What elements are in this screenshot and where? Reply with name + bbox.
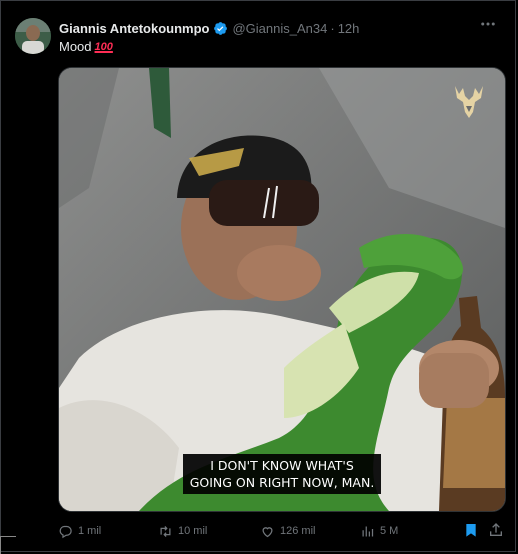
tweet-card[interactable]: Giannis Antetokounmpo @Giannis_An34 · 12… <box>0 0 516 552</box>
reply-icon <box>58 524 78 539</box>
views-button[interactable]: 5 M <box>360 521 398 541</box>
video-caption: I DON'T KNOW WHAT'S GOING ON RIGHT NOW, … <box>183 454 381 494</box>
views-icon <box>360 524 380 539</box>
verified-badge-icon <box>214 21 228 35</box>
bookmark-icon[interactable] <box>463 522 479 541</box>
reply-button[interactable]: 1 mil <box>58 521 101 541</box>
caption-line-1: I DON'T KNOW WHAT'S <box>210 458 354 473</box>
more-icon[interactable] <box>477 15 499 37</box>
author-name[interactable]: Giannis Antetokounmpo <box>59 21 209 36</box>
like-count: 126 mil <box>280 525 316 537</box>
tweet-video[interactable]: I DON'T KNOW WHAT'S GOING ON RIGHT NOW, … <box>58 67 506 512</box>
retweet-icon <box>158 524 178 539</box>
heart-icon <box>260 524 280 539</box>
retweet-count: 10 mil <box>178 525 208 537</box>
timestamp[interactable]: 12h <box>338 21 360 36</box>
caption-line-2: GOING ON RIGHT NOW, MAN. <box>189 475 375 490</box>
hundred-emoji-icon: 100 <box>94 40 113 53</box>
separator-dot: · <box>330 20 335 36</box>
tweet-text-body: Mood <box>59 39 92 54</box>
video-frame-scene <box>59 68 505 511</box>
tweet-action-bar: 1 mil 10 mil 126 mil 5 M <box>58 521 504 541</box>
bucks-deer-logo <box>455 86 483 118</box>
avatar[interactable] <box>15 18 51 54</box>
author-handle[interactable]: @Giannis_An34 <box>232 21 327 36</box>
tweet-text: Mood 100 <box>59 39 113 54</box>
views-count: 5 M <box>380 525 399 537</box>
retweet-button[interactable]: 10 mil <box>158 521 207 541</box>
reply-count: 1 mil <box>78 525 102 537</box>
like-button[interactable]: 126 mil <box>260 521 315 541</box>
share-icon[interactable] <box>488 522 504 541</box>
window-corner <box>0 536 16 554</box>
